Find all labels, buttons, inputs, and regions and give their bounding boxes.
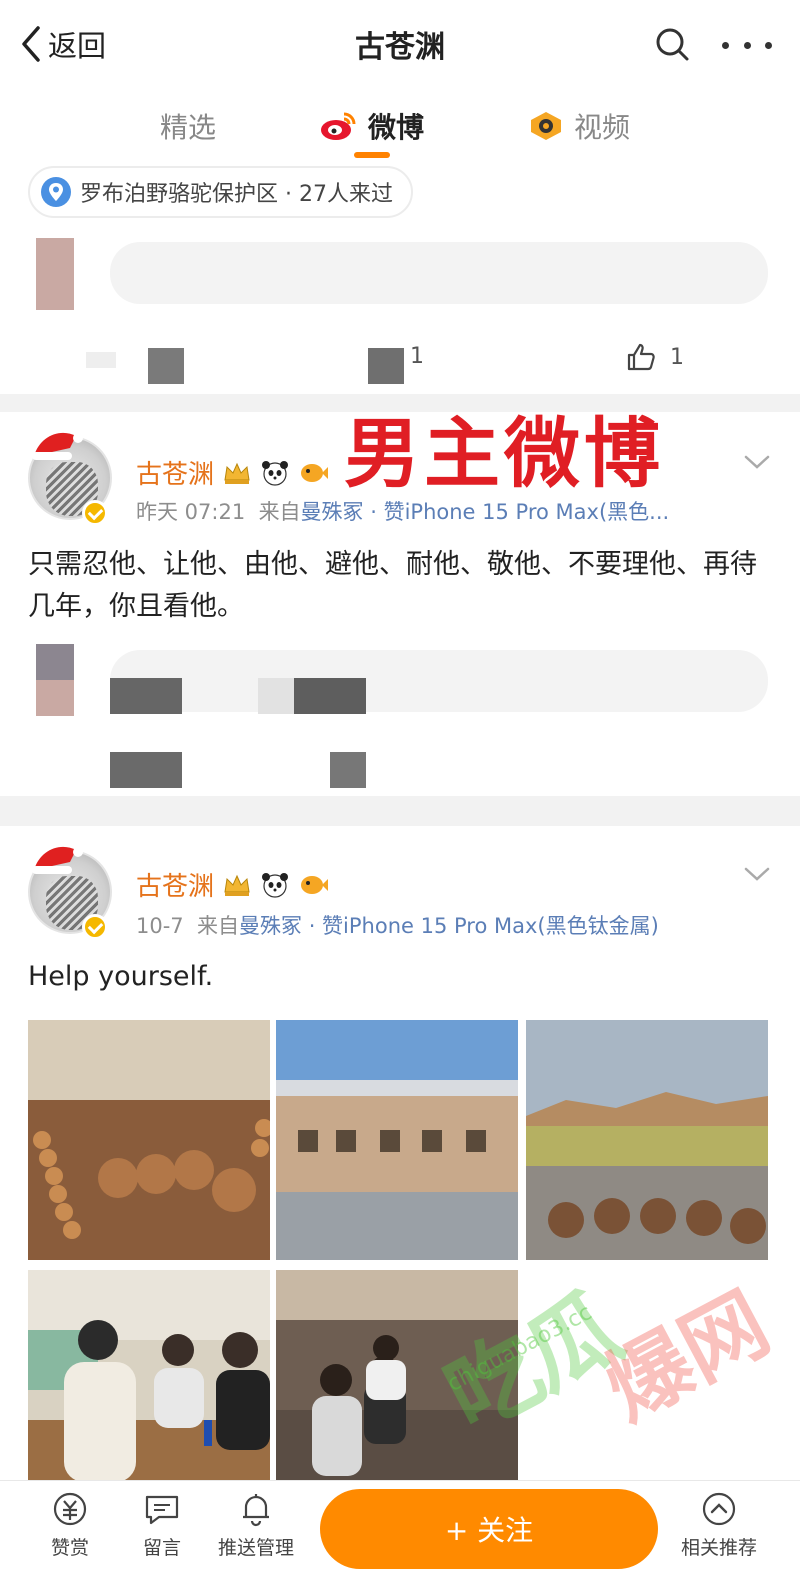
like-button[interactable]: 1: [626, 342, 684, 372]
push-label: 推送管理: [217, 1537, 294, 1559]
chevron-up-circle-icon: [702, 1492, 736, 1526]
santa-hat-icon: [32, 432, 83, 460]
chevron-down-icon[interactable]: [742, 864, 772, 884]
photo-thumbnail[interactable]: [28, 1270, 270, 1510]
tab-weibo[interactable]: 微博: [320, 106, 424, 146]
blurred-icon: [368, 348, 404, 384]
reward-icon: [53, 1492, 87, 1526]
like-count: 1: [670, 344, 684, 370]
post-source[interactable]: 曼殊冢 · 赞iPhone 15 Pro Max(黑色钛金属): [239, 914, 659, 938]
photo-thumbnail[interactable]: [276, 1020, 518, 1260]
message-button[interactable]: 留言: [112, 1491, 212, 1560]
back-button[interactable]: 返回: [20, 22, 106, 66]
nav-bar: 返回 古苍渊: [0, 0, 800, 88]
location-pin-icon: [41, 177, 71, 207]
reward-button[interactable]: 赞赏: [20, 1491, 120, 1560]
username-text: 古苍渊: [136, 460, 215, 490]
blurred-share: [86, 352, 116, 368]
blurred-icon: [294, 678, 366, 714]
username[interactable]: 古苍渊: [136, 454, 329, 491]
tab-label: 视频: [574, 111, 631, 144]
fish-badge-icon: [301, 875, 329, 894]
blurred-content: [110, 650, 768, 712]
crown-badge-icon: [224, 462, 250, 484]
blurred-icon: [258, 678, 294, 714]
source-prefix: 来自: [258, 500, 301, 524]
username-text: 古苍渊: [136, 872, 215, 902]
location-tag[interactable]: 罗布泊野骆驼保护区 · 27人来过: [28, 166, 413, 218]
card1-actions: 1 1: [0, 330, 800, 390]
chat-bubble-icon: [145, 1495, 179, 1525]
tab-video[interactable]: 视频: [528, 106, 630, 146]
blurred-avatar: [36, 644, 74, 716]
tab-indicator: [354, 152, 390, 158]
bottom-bar: 赞赏 留言 推送管理 + 关注 相关推荐: [0, 1480, 800, 1580]
source-prefix: 来自: [197, 914, 240, 938]
santa-hat-icon: [32, 846, 83, 874]
push-settings-button[interactable]: 推送管理: [206, 1491, 306, 1560]
crown-badge-icon: [224, 874, 250, 896]
blurred-avatar: [36, 238, 74, 310]
screen: 返回 古苍渊 精选 微博 视频 罗布泊野骆驼保护区 · 27人来过 1 1 古苍…: [0, 0, 800, 1580]
verified-badge-icon: [82, 500, 108, 526]
reward-label: 赞赏: [50, 1537, 89, 1559]
back-label: 返回: [48, 29, 107, 63]
photo-thumbnail[interactable]: [28, 1020, 270, 1260]
tab-label: 精选: [160, 111, 217, 144]
follow-button[interactable]: + 关注: [320, 1489, 658, 1569]
blurred-icon: [110, 752, 182, 788]
blurred-icon: [148, 348, 184, 384]
more-icon[interactable]: [722, 30, 772, 60]
panda-badge-icon: [262, 872, 289, 898]
chevron-down-icon[interactable]: [742, 452, 772, 472]
tab-label: 微博: [368, 111, 425, 144]
post-source[interactable]: 曼殊冢 · 赞iPhone 15 Pro Max(黑色...: [301, 500, 670, 524]
bell-icon: [243, 1494, 269, 1527]
post-text: Help yourself.: [28, 961, 214, 992]
overlay-caption: 男主微博: [344, 409, 664, 498]
chevron-left-icon: [22, 26, 40, 62]
tab-featured[interactable]: 精选: [160, 106, 216, 146]
related-label: 相关推荐: [680, 1537, 757, 1559]
post-time: 10-7: [136, 914, 184, 938]
post-time: 昨天 07:21: [136, 500, 246, 524]
tab-bar: 精选 微博 视频: [0, 88, 800, 166]
blurred-icon: [110, 678, 182, 714]
verified-badge-icon: [82, 914, 108, 940]
related-button[interactable]: 相关推荐: [664, 1491, 774, 1560]
panda-badge-icon: [262, 460, 289, 486]
thumbs-up-icon: [627, 343, 655, 371]
username[interactable]: 古苍渊: [136, 866, 329, 903]
message-label: 留言: [142, 1537, 181, 1559]
photo-thumbnail[interactable]: [526, 1020, 768, 1260]
post-meta: 10-7 来自曼殊冢 · 赞iPhone 15 Pro Max(黑色钛金属): [136, 910, 736, 940]
comment-count[interactable]: 1: [410, 344, 424, 369]
fish-badge-icon: [301, 463, 329, 482]
search-icon[interactable]: [652, 24, 692, 64]
location-text: 罗布泊野骆驼保护区 · 27人来过: [80, 182, 393, 207]
weibo-icon: [321, 112, 356, 140]
post-text: 只需忍他、让他、由他、避他、耐他、敬他、不要理他、再待几年，你且看他。: [28, 549, 757, 622]
video-icon: [531, 112, 561, 140]
blurred-icon: [330, 752, 366, 788]
blurred-content: [110, 242, 768, 304]
